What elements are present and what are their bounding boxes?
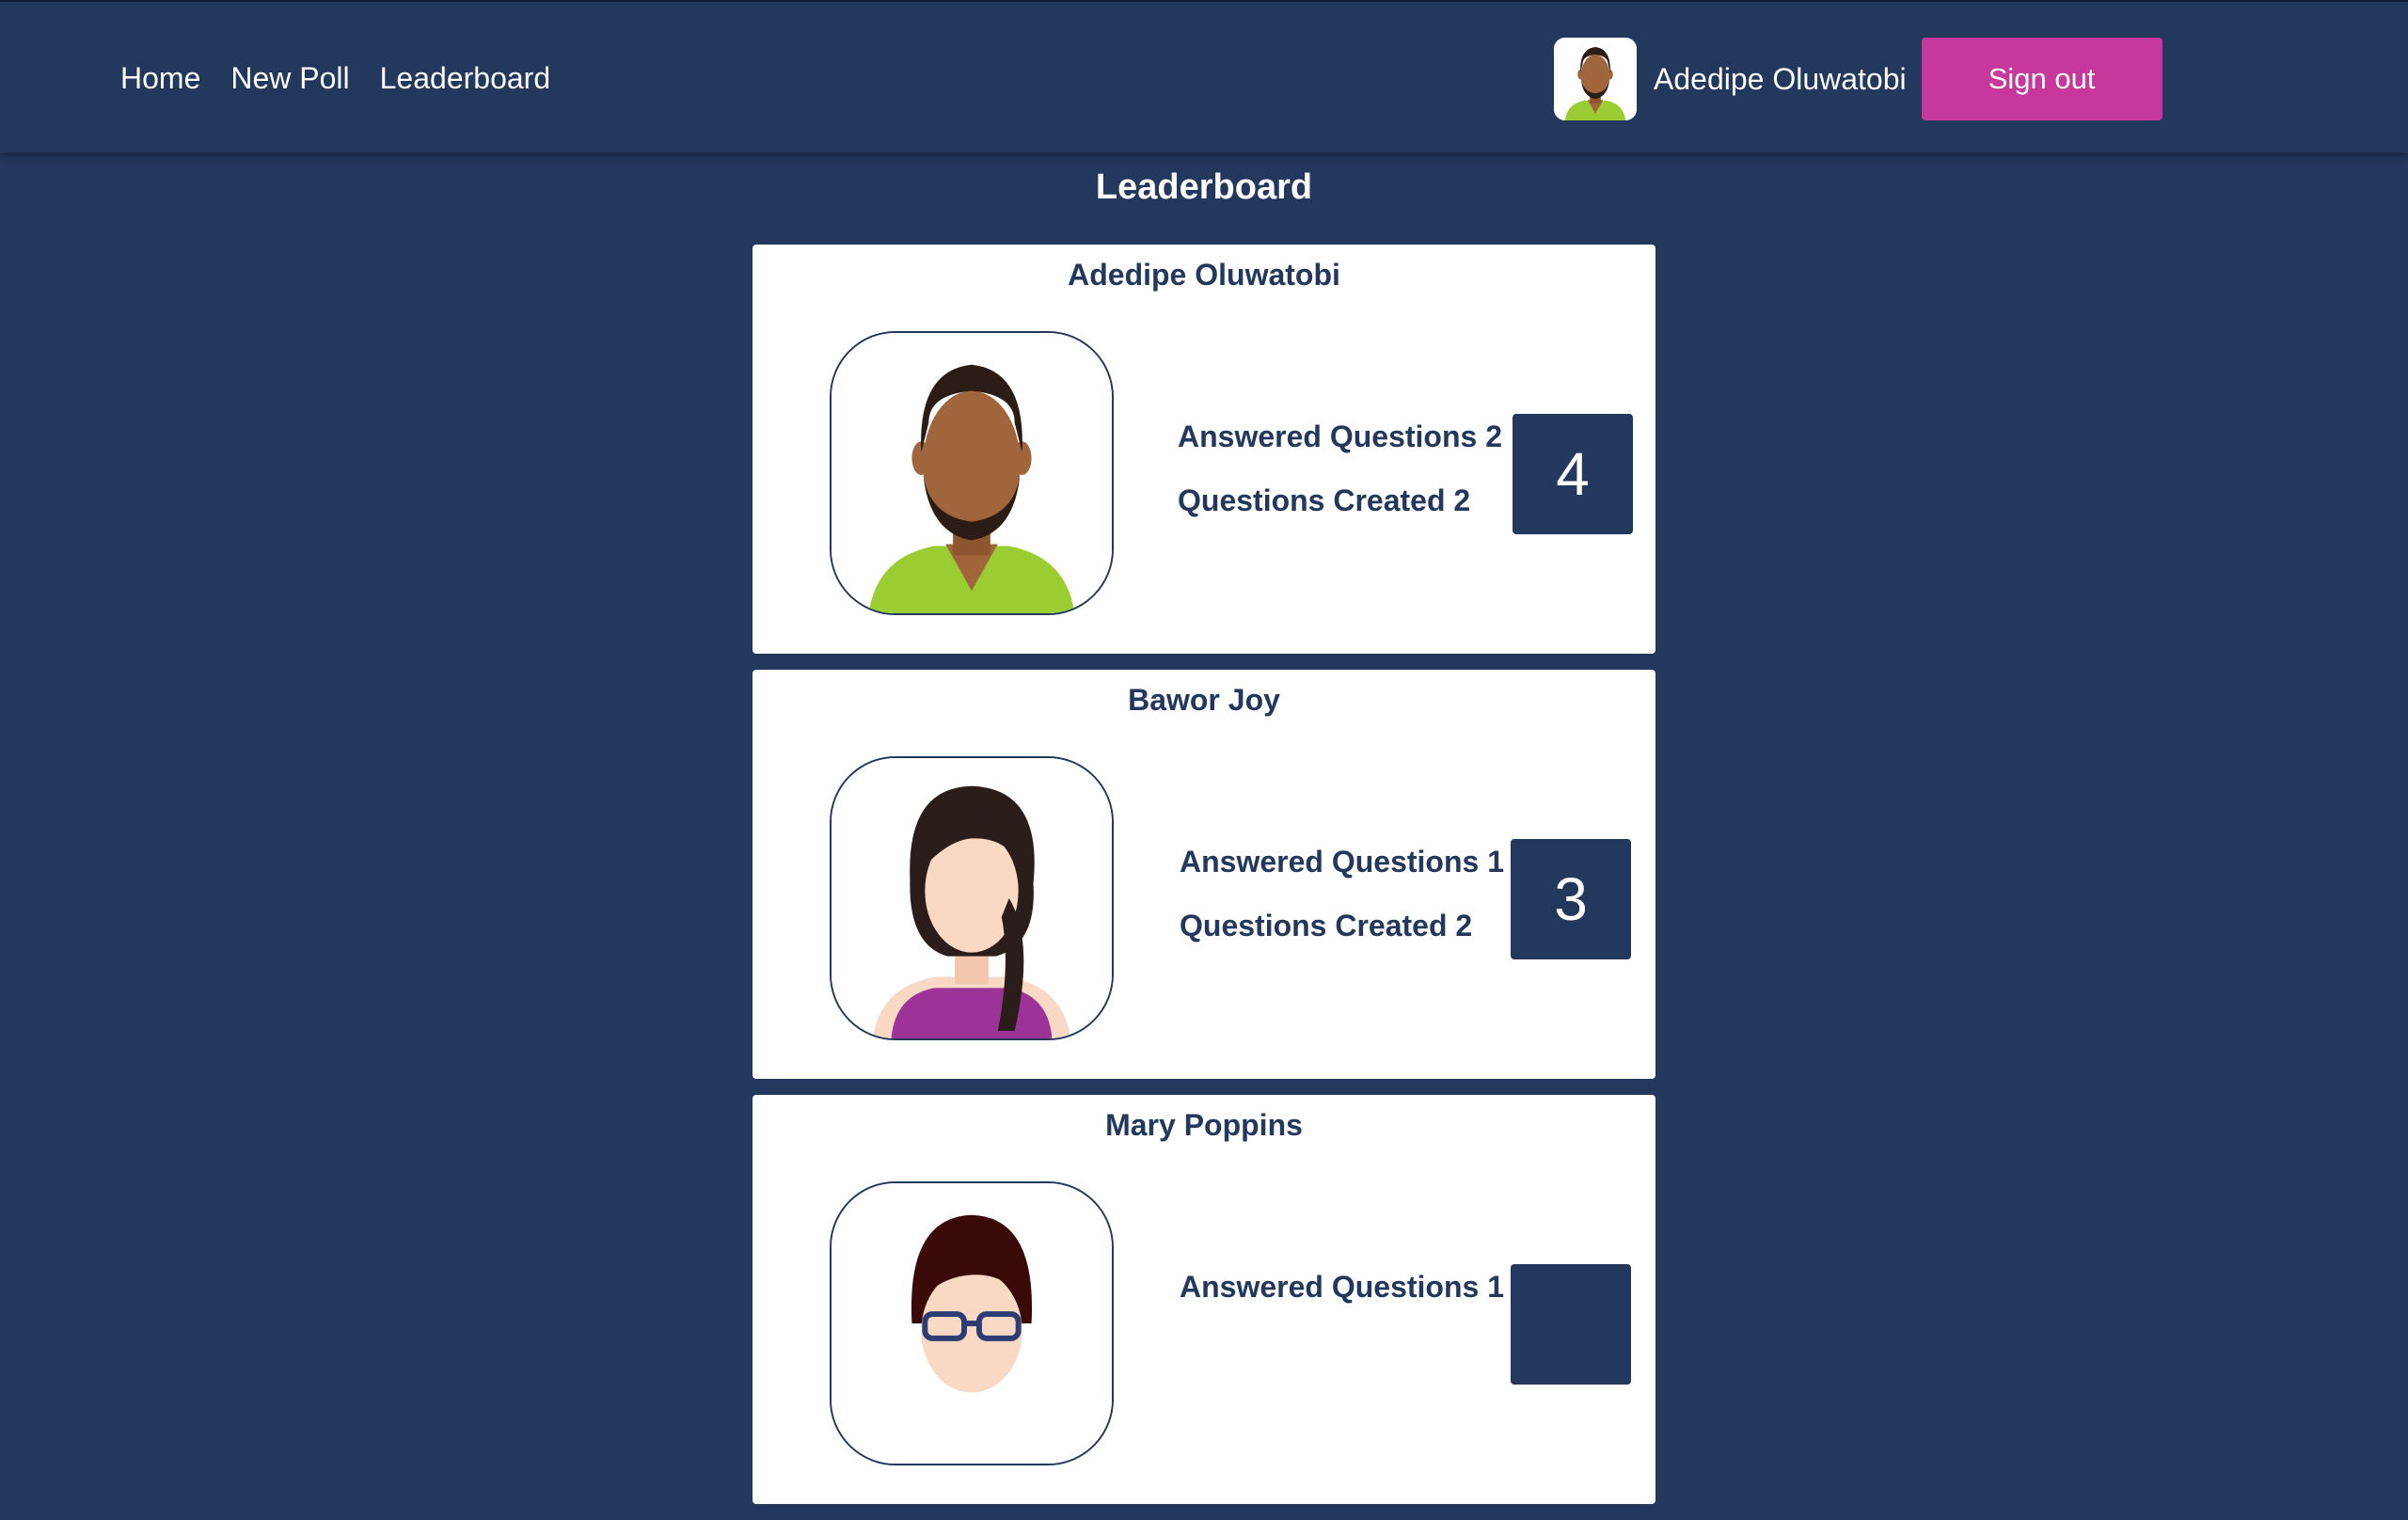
- answered-questions-text: Answered Questions 1: [1180, 845, 1504, 879]
- answered-questions-text: Answered Questions 1: [1180, 1270, 1504, 1304]
- leaderboard-list: Adedipe Oluwatobi Answered Questions 2 Q…: [752, 245, 1656, 1520]
- page-title: Leaderboard: [1095, 167, 1313, 207]
- current-user-name: Adedipe Oluwatobi: [1654, 61, 1907, 96]
- top-navbar: Home New Poll Leaderboard Adedipe Oluwat…: [0, 0, 2408, 152]
- card-user-name: Mary Poppins: [1105, 1108, 1303, 1142]
- main-nav: Home New Poll Leaderboard: [120, 2, 580, 154]
- male-avatar-icon: [830, 331, 1114, 615]
- female-glasses-avatar-icon: [830, 1181, 1114, 1465]
- leaderboard-card: Mary Poppins Answered Questions 1: [752, 1095, 1656, 1504]
- card-user-name: Adedipe Oluwatobi: [1068, 258, 1340, 292]
- nav-leaderboard-link[interactable]: Leaderboard: [380, 61, 550, 96]
- card-user-name: Bawor Joy: [1128, 683, 1280, 717]
- leaderboard-card: Bawor Joy Answered Questions 1 Questions…: [752, 670, 1656, 1079]
- questions-created-text: Questions Created 2: [1178, 483, 1471, 517]
- male-avatar-icon: [1554, 38, 1637, 120]
- card-stats: Answered Questions 2 Questions Created 2: [1178, 418, 1502, 546]
- answered-questions-text: Answered Questions 2: [1178, 420, 1502, 453]
- questions-created-text: Questions Created 2: [1180, 909, 1473, 942]
- nav-home-link[interactable]: Home: [120, 61, 200, 96]
- score-badge: [1511, 1264, 1631, 1385]
- user-section: Adedipe Oluwatobi Sign out: [1554, 38, 2162, 120]
- card-stats: Answered Questions 1: [1180, 1268, 1504, 1396]
- card-stats: Answered Questions 1 Questions Created 2: [1180, 843, 1504, 971]
- score-badge: 3: [1511, 839, 1631, 959]
- leaderboard-card: Adedipe Oluwatobi Answered Questions 2 Q…: [752, 245, 1656, 654]
- female-avatar-icon: [830, 756, 1114, 1040]
- sign-out-button[interactable]: Sign out: [1921, 38, 2162, 120]
- nav-new-poll-link[interactable]: New Poll: [230, 61, 349, 96]
- score-badge: 4: [1513, 414, 1633, 534]
- questions-created-text: [1180, 1332, 1504, 1396]
